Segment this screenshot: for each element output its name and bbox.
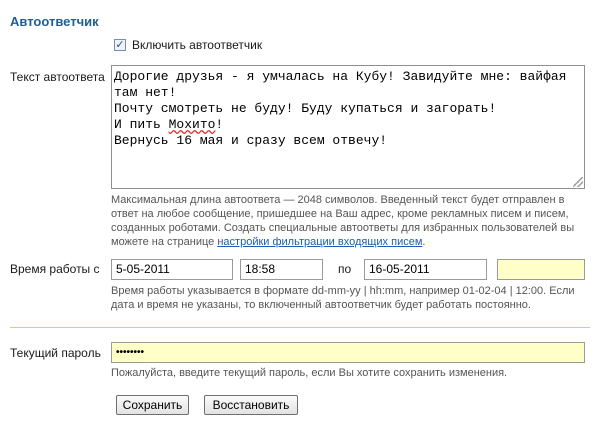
reply-help-text: Максимальная длина автоответа — 2048 сим… (111, 193, 589, 249)
save-button[interactable]: Сохранить (116, 395, 189, 415)
enable-autoreply-row[interactable]: ✓ Включить автоответчик (114, 38, 262, 52)
schedule-to-label: по (338, 262, 352, 276)
reply-help-end: . (422, 236, 426, 248)
restore-button[interactable]: Восстановить (204, 395, 298, 415)
schedule-help-text: Время работы указывается в формате dd-mm… (111, 285, 575, 311)
reply-text-label: Текст автоответа (10, 70, 105, 84)
reply-textarea-content[interactable]: Дорогие друзья - я умчалась на Кубу! Зав… (112, 66, 570, 149)
schedule-label: Время работы с (10, 262, 100, 276)
reply-textarea[interactable]: Дорогие друзья - я умчалась на Кубу! Зав… (111, 65, 585, 189)
end-date-input[interactable]: 16-05-2011 (364, 259, 487, 280)
current-password-input[interactable]: •••••••• (111, 342, 585, 363)
section-divider (10, 327, 590, 328)
start-date-input[interactable]: 5-05-2011 (111, 259, 233, 280)
start-time-input[interactable]: 18:58 (240, 259, 323, 280)
section-title: Автоответчик (10, 14, 99, 29)
resize-grip-icon[interactable] (573, 177, 583, 187)
password-help-text: Пожалуйста, введите текущий пароль, если… (111, 367, 508, 379)
password-label: Текущий пароль (10, 346, 101, 360)
enable-autoreply-checkbox[interactable]: ✓ (114, 39, 126, 51)
enable-autoreply-label[interactable]: Включить автоответчик (132, 38, 262, 52)
end-time-input[interactable] (497, 259, 585, 280)
filter-settings-link[interactable]: настройки фильтрации входящих писем (217, 236, 422, 248)
spellcheck-word: Мохито (168, 117, 216, 132)
